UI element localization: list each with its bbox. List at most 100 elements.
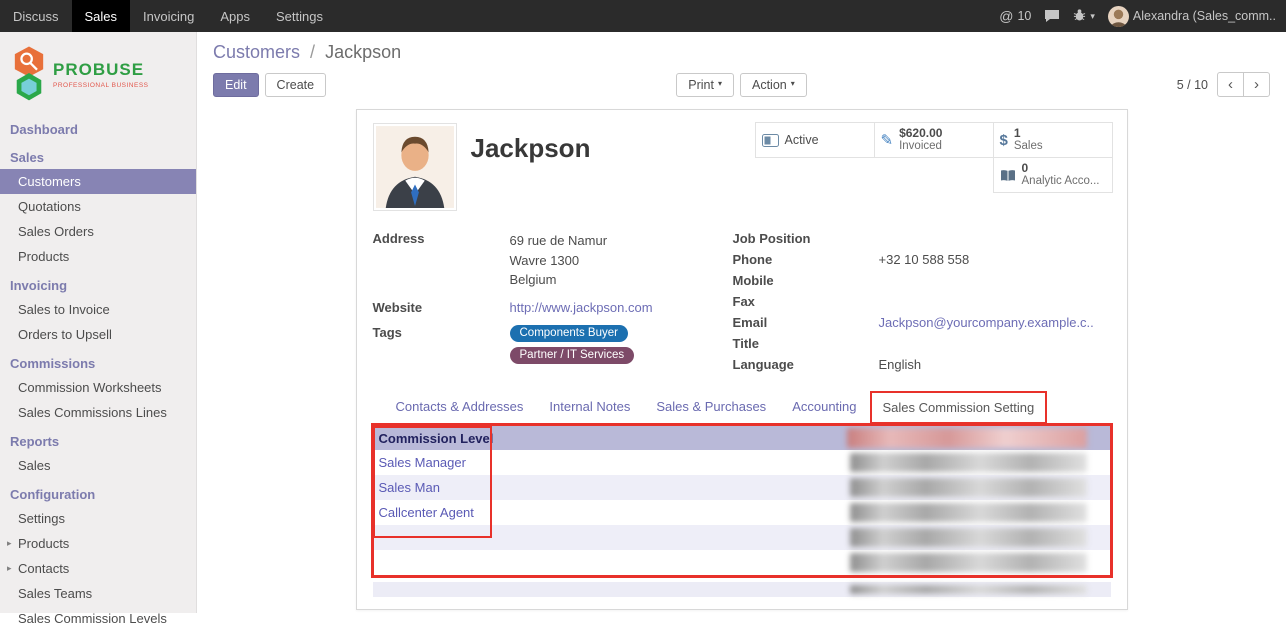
stat-buttons: Active ✎ $620.00 Invoiced $ 1 Sales bbox=[753, 123, 1113, 193]
menu-apps[interactable]: Apps bbox=[207, 0, 263, 32]
commission-level-cell[interactable]: Callcenter Agent bbox=[379, 505, 474, 520]
table-row-sales-man[interactable]: Sales Man bbox=[373, 475, 1111, 500]
edit-button[interactable]: Edit bbox=[213, 73, 259, 97]
sales-count: 1 bbox=[1014, 126, 1043, 140]
tab-contacts-addresses[interactable]: Contacts & Addresses bbox=[383, 390, 537, 423]
bug-icon bbox=[1073, 8, 1086, 24]
mobile-field: Mobile bbox=[733, 273, 1111, 290]
mention-at-icon: @ bbox=[999, 8, 1013, 24]
sidebar-item-orders-to-upsell[interactable]: Orders to Upsell bbox=[0, 322, 196, 347]
sidebar-item-config-contacts[interactable]: ▸ Contacts bbox=[0, 556, 196, 581]
pager-counter: 5 / 10 bbox=[1177, 78, 1208, 92]
redacted-cell-content bbox=[850, 453, 1087, 472]
action-label: Action bbox=[752, 78, 787, 92]
tab-sales-purchases[interactable]: Sales & Purchases bbox=[643, 390, 779, 423]
breadcrumb-separator: / bbox=[305, 42, 320, 62]
sidebar-section-dashboard[interactable]: Dashboard bbox=[0, 117, 196, 141]
table-empty-row bbox=[373, 550, 1111, 575]
sidebar-item-config-products[interactable]: ▸ Products bbox=[0, 531, 196, 556]
menu-sales[interactable]: Sales bbox=[72, 0, 131, 32]
messages-icon[interactable] bbox=[1044, 9, 1060, 23]
probuse-logo[interactable]: PROBUSE PROFESSIONAL BUSINESS bbox=[0, 32, 196, 113]
caret-down-icon: ▾ bbox=[791, 79, 795, 88]
sidebar-item-sales-commission-levels[interactable]: Sales Commission Levels bbox=[0, 606, 196, 631]
control-panel-buttons-row: Edit Create Print ▾ Action ▾ 5 / 10 bbox=[213, 72, 1270, 97]
sidebar-section-invoicing[interactable]: Invoicing bbox=[0, 273, 196, 297]
analytic-stat-button[interactable]: 0 Analytic Acco... bbox=[993, 157, 1113, 193]
active-toggle-icon bbox=[762, 134, 779, 147]
print-label: Print bbox=[688, 78, 714, 92]
sidebar-section-sales[interactable]: Sales bbox=[0, 145, 196, 169]
print-dropdown-button[interactable]: Print ▾ bbox=[676, 73, 734, 97]
title-label: Title bbox=[733, 336, 879, 353]
tab-accounting[interactable]: Accounting bbox=[779, 390, 869, 423]
redacted-header-content bbox=[847, 428, 1087, 448]
sidebar: PROBUSE PROFESSIONAL BUSINESS Dashboard … bbox=[0, 32, 197, 613]
top-navbar: Discuss Sales Invoicing Apps Settings @ … bbox=[0, 0, 1286, 32]
tab-internal-notes[interactable]: Internal Notes bbox=[536, 390, 643, 423]
mention-count: 10 bbox=[1017, 9, 1031, 23]
user-menu[interactable]: Alexandra (Sales_comm.. bbox=[1108, 6, 1276, 27]
sales-label: Sales bbox=[1014, 140, 1043, 154]
commission-level-cell[interactable]: Sales Man bbox=[379, 480, 440, 495]
sidebar-item-label: Contacts bbox=[18, 561, 69, 576]
sidebar-item-sales-commissions-lines[interactable]: Sales Commissions Lines bbox=[0, 400, 196, 425]
column-header-commission-level[interactable]: Commission Level bbox=[379, 431, 494, 446]
table-row-sales-manager[interactable]: Sales Manager bbox=[373, 450, 1111, 475]
sidebar-item-sales-orders[interactable]: Sales Orders bbox=[0, 219, 196, 244]
tab-sales-commission-setting[interactable]: Sales Commission Setting bbox=[870, 391, 1048, 424]
book-icon bbox=[1000, 169, 1016, 182]
analytic-count: 0 bbox=[1022, 161, 1100, 175]
expand-caret-icon[interactable]: ▸ bbox=[7, 563, 12, 574]
sidebar-item-reports-sales[interactable]: Sales bbox=[0, 453, 196, 478]
email-link[interactable]: Jackpson@yourcompany.example.c.. bbox=[879, 315, 1094, 332]
record-sheet: Jackpson Active ✎ $620.00 Invoiced bbox=[356, 109, 1128, 610]
mentions-button[interactable]: @ 10 bbox=[999, 8, 1031, 24]
sales-stat-button[interactable]: $ 1 Sales bbox=[993, 122, 1113, 158]
active-stat-button[interactable]: Active bbox=[755, 122, 875, 158]
analytic-label: Analytic Acco... bbox=[1022, 175, 1100, 189]
sidebar-section-configuration[interactable]: Configuration bbox=[0, 482, 196, 506]
phone-field: Phone +32 10 588 558 bbox=[733, 252, 1111, 269]
website-label: Website bbox=[373, 300, 510, 317]
content-area: Jackpson Active ✎ $620.00 Invoiced bbox=[197, 107, 1286, 613]
customer-photo[interactable] bbox=[373, 123, 457, 211]
sidebar-item-customers[interactable]: Customers bbox=[0, 169, 196, 194]
sidebar-section-reports[interactable]: Reports bbox=[0, 429, 196, 453]
pager-previous-button[interactable]: ‹ bbox=[1217, 72, 1244, 97]
menu-settings[interactable]: Settings bbox=[263, 0, 336, 32]
breadcrumb-customers-link[interactable]: Customers bbox=[213, 42, 300, 62]
sidebar-item-settings[interactable]: Settings bbox=[0, 506, 196, 531]
sidebar-item-quotations[interactable]: Quotations bbox=[0, 194, 196, 219]
caret-down-icon: ▾ bbox=[1090, 11, 1095, 22]
fields-right-column: Job Position Phone +32 10 588 558 Mobile bbox=[733, 231, 1111, 378]
website-link[interactable]: http://www.jackpson.com bbox=[510, 300, 653, 317]
pager-next-button[interactable]: › bbox=[1243, 72, 1270, 97]
sidebar-item-sales-to-invoice[interactable]: Sales to Invoice bbox=[0, 297, 196, 322]
table-row-callcenter-agent[interactable]: Callcenter Agent bbox=[373, 500, 1111, 525]
job-position-label: Job Position bbox=[733, 231, 879, 248]
sidebar-item-commission-worksheets[interactable]: Commission Worksheets bbox=[0, 375, 196, 400]
invoiced-stat-button[interactable]: ✎ $620.00 Invoiced bbox=[874, 122, 994, 158]
menu-discuss[interactable]: Discuss bbox=[0, 0, 72, 32]
logo-title: PROBUSE bbox=[53, 60, 149, 80]
address-label: Address bbox=[373, 231, 510, 290]
tags-label: Tags bbox=[373, 325, 510, 364]
tag-components-buyer[interactable]: Components Buyer bbox=[510, 325, 628, 342]
expand-caret-icon[interactable]: ▸ bbox=[7, 538, 12, 549]
record-buttons: Edit Create bbox=[213, 73, 676, 97]
fax-field: Fax bbox=[733, 294, 1111, 311]
commission-level-cell[interactable]: Sales Manager bbox=[379, 455, 466, 470]
debug-menu-button[interactable]: ▾ bbox=[1073, 8, 1095, 24]
sidebar-item-sales-teams[interactable]: Sales Teams bbox=[0, 581, 196, 606]
tag-partner-it-services[interactable]: Partner / IT Services bbox=[510, 347, 635, 364]
table-header-row[interactable]: Commission Level bbox=[373, 426, 1111, 450]
tags-field: Tags Components Buyer Partner / IT Servi… bbox=[373, 325, 733, 364]
sidebar-item-products[interactable]: Products bbox=[0, 244, 196, 269]
sidebar-section-commissions[interactable]: Commissions bbox=[0, 351, 196, 375]
menu-invoicing[interactable]: Invoicing bbox=[130, 0, 207, 32]
fields-left-column: Address 69 rue de Namur Wavre 1300 Belgi… bbox=[373, 231, 733, 378]
action-dropdown-button[interactable]: Action ▾ bbox=[740, 73, 807, 97]
create-button[interactable]: Create bbox=[265, 73, 327, 97]
field-groups: Address 69 rue de Namur Wavre 1300 Belgi… bbox=[373, 231, 1111, 378]
